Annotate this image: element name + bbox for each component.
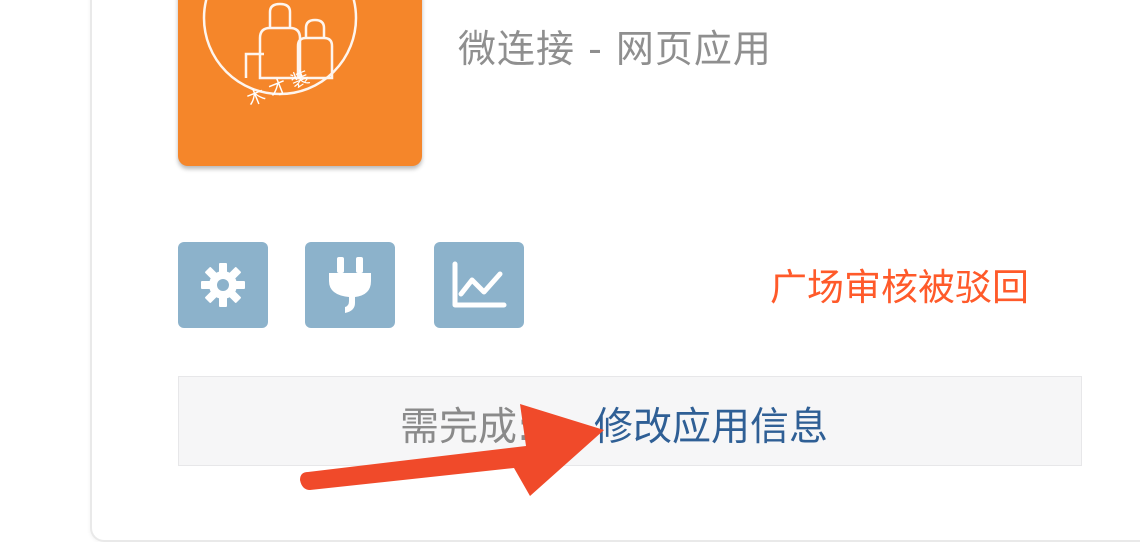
settings-button[interactable] — [178, 242, 268, 328]
app-subtitle: 微连接 - 网页应用 — [458, 27, 772, 71]
line-chart-icon — [452, 261, 507, 308]
shopping-bags-icon: 木 才 装 — [202, 0, 358, 111]
plug-icon — [329, 257, 371, 313]
page-background — [0, 0, 90, 542]
statistics-button[interactable] — [434, 242, 524, 328]
review-status-text: 广场审核被驳回 — [770, 266, 1029, 309]
plugin-button[interactable] — [305, 242, 395, 328]
gear-icon — [201, 263, 245, 307]
logo-text: 木 才 装 — [244, 67, 313, 111]
annotation-arrow — [300, 404, 604, 496]
app-logo[interactable]: 木 才 装 — [178, 0, 422, 166]
edit-app-info-link[interactable]: 修改应用信息 — [594, 396, 828, 452]
